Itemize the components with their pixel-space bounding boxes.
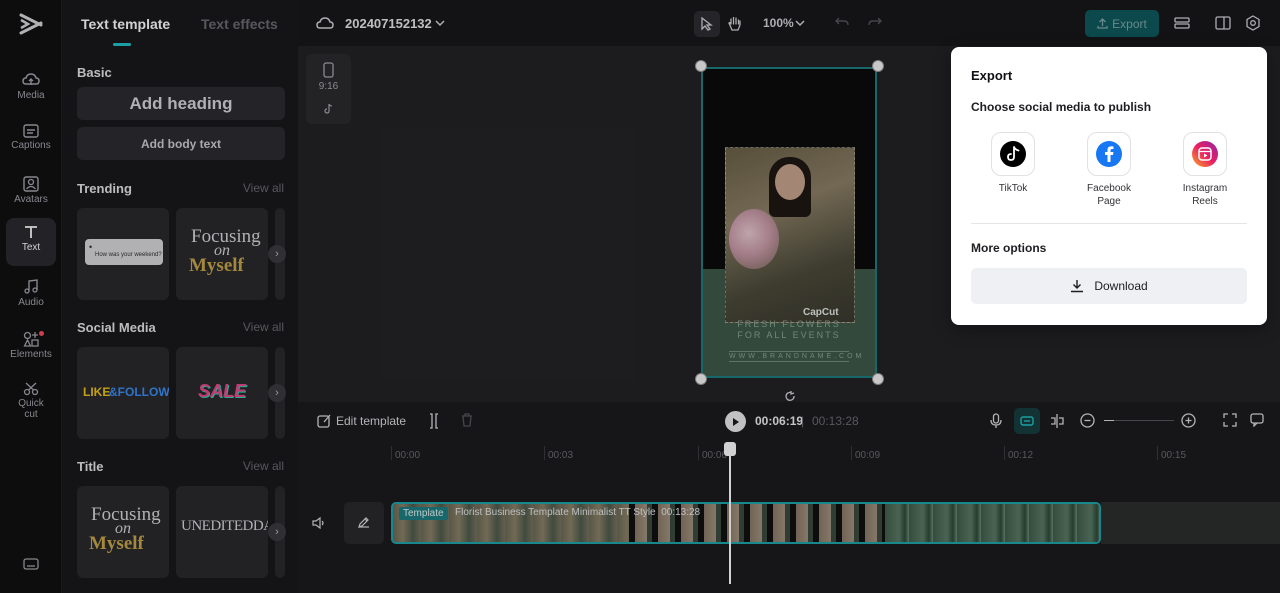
export-modal-title: Export xyxy=(971,68,1013,83)
social-label: Facebook Page xyxy=(1087,183,1131,207)
tiktok-icon xyxy=(1000,141,1026,167)
facebook-icon xyxy=(1096,141,1122,167)
publish-tiktok-button[interactable]: TikTok xyxy=(973,132,1053,195)
publish-facebook-button[interactable]: Facebook Page xyxy=(1069,132,1149,208)
modal-divider xyxy=(971,223,1247,224)
instagram-icon xyxy=(1192,141,1218,167)
download-label: Download xyxy=(1094,279,1148,293)
export-modal: Export Choose social media to publish Ti… xyxy=(951,47,1267,325)
download-button[interactable]: Download xyxy=(971,268,1247,304)
social-label: TikTok xyxy=(998,183,1028,194)
more-options-heading: More options xyxy=(971,241,1047,255)
download-icon xyxy=(1071,280,1084,293)
social-label: Instagram Reels xyxy=(1182,183,1228,207)
choose-social-heading: Choose social media to publish xyxy=(971,100,1152,114)
publish-instagram-button[interactable]: Instagram Reels xyxy=(1165,132,1245,208)
